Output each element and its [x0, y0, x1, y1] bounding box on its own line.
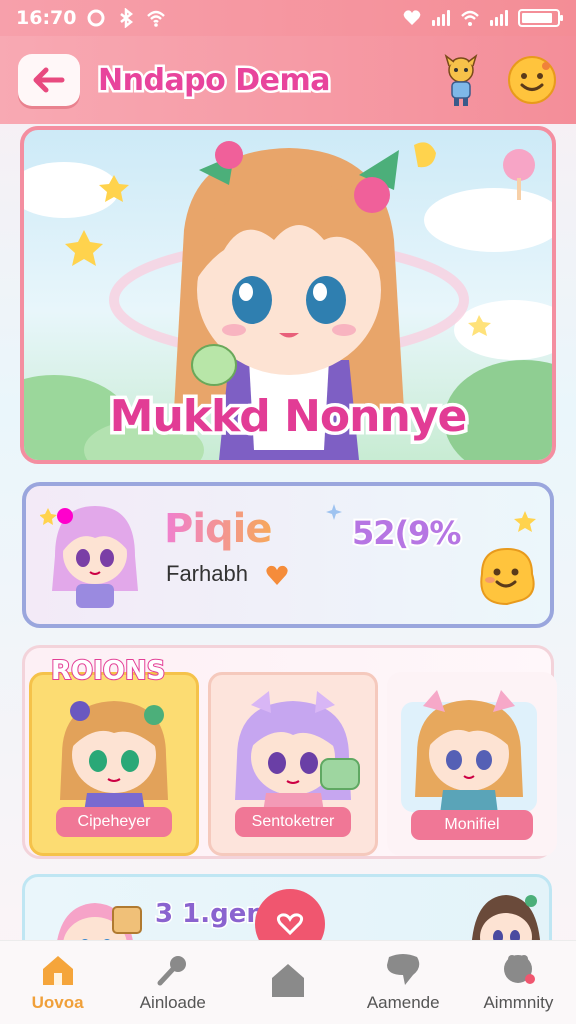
- back-button[interactable]: [18, 54, 80, 106]
- character-label: Monifiel: [411, 810, 533, 840]
- hero-title: Mukkd Nonnye: [106, 388, 471, 446]
- nav-label: Uovoa: [31, 992, 84, 1012]
- chat-heart-icon: [387, 953, 420, 985]
- home-icon: [42, 955, 73, 985]
- character-portrait: [401, 690, 537, 822]
- hero-banner[interactable]: Mukkd Nonnye: [20, 126, 556, 464]
- profile-name: Piqie: [164, 506, 272, 552]
- nav-label: Ainloade: [139, 992, 206, 1012]
- blob-mascot-icon[interactable]: [472, 544, 542, 610]
- status-time: 16:70: [16, 7, 77, 29]
- house-icon: [272, 963, 304, 997]
- character-card[interactable]: Monifiel: [387, 672, 557, 856]
- bottom-nav: Uovoa Ainloade Aamende Aimmnity: [0, 940, 576, 1024]
- nav-center[interactable]: [230, 941, 345, 1024]
- arrow-left-icon: [33, 67, 65, 93]
- nav-label: Aimmnity: [483, 992, 554, 1012]
- community-icon: [504, 954, 536, 984]
- nav-label: Aamende: [366, 992, 440, 1012]
- profile-score: 52(9%: [350, 512, 464, 554]
- character-card[interactable]: Sentoketrer: [208, 672, 378, 856]
- nav-amend[interactable]: Aamende: [346, 941, 461, 1024]
- sparkle-icon: [326, 504, 342, 520]
- nav-download[interactable]: Ainloade: [115, 941, 230, 1024]
- signal-icon-2: [490, 10, 508, 26]
- character-portrait: [235, 691, 360, 825]
- record-icon: [87, 9, 105, 27]
- characters-section: ROIONS Cipeheyer Sentoketrer Monifiel: [22, 645, 557, 859]
- wifi-icon-2: [461, 10, 479, 26]
- character-portrait: [60, 701, 168, 825]
- heart-outline-icon: [276, 913, 304, 936]
- profile-subtitle: Farhabh: [166, 561, 290, 588]
- bluetooth-icon: [120, 8, 134, 28]
- mascot-icon[interactable]: [438, 52, 484, 108]
- heart-icon: [266, 566, 288, 586]
- nav-home[interactable]: Uovoa: [0, 941, 115, 1024]
- promo-text: 3 1.gen: [154, 898, 267, 931]
- heart-status-icon: [403, 10, 421, 25]
- character-card[interactable]: Cipeheyer: [29, 672, 199, 856]
- signal-icon: [432, 10, 450, 26]
- character-label: Cipeheyer: [56, 807, 172, 837]
- nav-community[interactable]: Aimmnity: [461, 941, 576, 1024]
- app-title: Nndapo Dema: [96, 60, 333, 100]
- smiley-icon[interactable]: [506, 54, 558, 106]
- battery-icon: [518, 9, 563, 27]
- character-label: Sentoketrer: [235, 807, 351, 837]
- microphone-icon: [157, 955, 186, 985]
- profile-card[interactable]: Piqie Farhabh 52(9%: [22, 482, 554, 628]
- app-header: Nndapo Dema: [0, 36, 576, 124]
- wifi-icon: [147, 10, 166, 27]
- status-bar: 16:70: [0, 0, 576, 36]
- star-icon: [514, 511, 536, 532]
- section-title: ROIONS: [50, 655, 166, 687]
- profile-avatar: [40, 506, 138, 608]
